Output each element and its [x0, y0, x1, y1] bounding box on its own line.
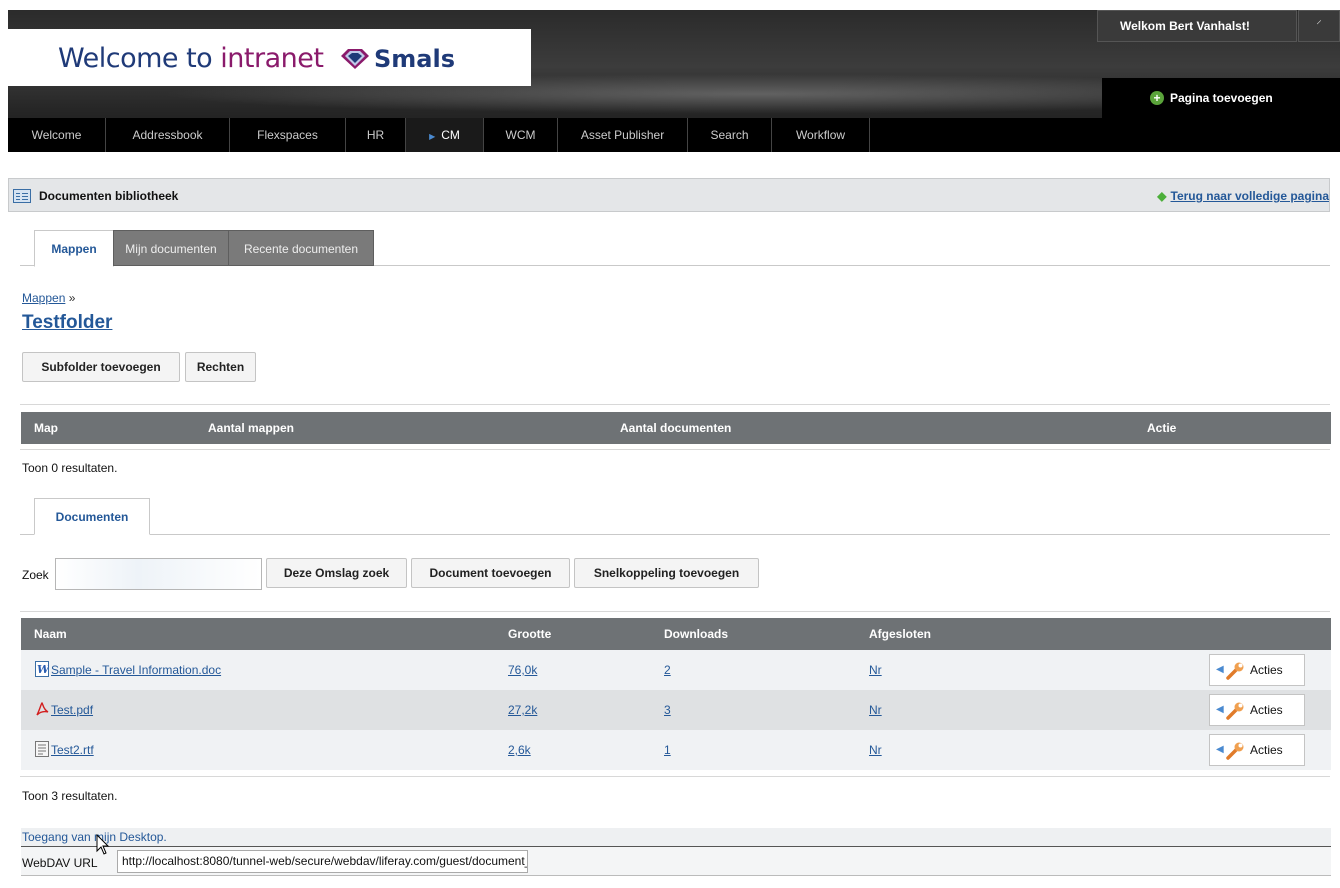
- actions-label: Acties: [1250, 663, 1283, 677]
- add-page-button[interactable]: + Pagina toevoegen: [1102, 78, 1340, 118]
- add-subfolder-button[interactable]: Subfolder toevoegen: [22, 352, 180, 382]
- site-header: Welcome to intranet Smals Welkom Bert Va…: [8, 10, 1340, 152]
- folder-title[interactable]: Testfolder: [22, 312, 112, 334]
- back-arrow-icon: ◆: [1157, 189, 1167, 203]
- chevron-left-icon: ◀: [1216, 664, 1224, 675]
- wrench-icon: [1226, 702, 1244, 720]
- col-aantal-mappen: Aantal mappen: [208, 421, 295, 435]
- desktop-access-section: Toegang van mijn Desktop.: [21, 828, 1331, 848]
- actions-label: Acties: [1250, 703, 1283, 717]
- chevron-left-icon: ◀: [1216, 704, 1224, 715]
- nav-item-cm-label: CM: [441, 128, 460, 142]
- actions-menu-button[interactable]: ◀ Acties: [1209, 694, 1305, 726]
- documents-table-header: Naam Grootte Downloads Afgesloten: [21, 618, 1331, 650]
- chevron-left-icon: ◀: [1216, 744, 1224, 755]
- divider: [20, 404, 1330, 405]
- portlet-icon: [13, 189, 31, 203]
- pdf-icon: [36, 702, 49, 716]
- document-size-link[interactable]: 2,6k: [508, 743, 531, 757]
- document-size-link[interactable]: 76,0k: [508, 663, 537, 677]
- welcome-user-menu[interactable]: Welkom Bert Vanhalst!: [1097, 10, 1297, 42]
- document-size-link[interactable]: 27,2k: [508, 703, 537, 717]
- actions-menu-button[interactable]: ◀ Acties: [1209, 734, 1305, 766]
- divider: [20, 611, 1330, 612]
- breadcrumb: Mappen »: [22, 291, 75, 305]
- dock-toggle-icon[interactable]: ⸍: [1298, 10, 1340, 42]
- site-logo[interactable]: Welcome to intranet Smals: [8, 29, 531, 86]
- wrench-icon: [1226, 742, 1244, 760]
- document-downloads-link[interactable]: 2: [664, 663, 671, 677]
- back-link-label: Terug naar volledige pagina: [1170, 189, 1329, 203]
- nav-item-flexspaces[interactable]: Flexspaces: [230, 118, 346, 152]
- desktop-access-link[interactable]: Toegang van mijn Desktop.: [22, 830, 167, 844]
- folder-results-note: Toon 0 resultaten.: [22, 461, 118, 475]
- nav-item-asset-publisher[interactable]: Asset Publisher: [558, 118, 688, 152]
- actions-label: Acties: [1250, 743, 1283, 757]
- smals-diamond-icon: [341, 49, 369, 69]
- document-library-portlet: Documenten bibliotheek ◆ Terug naar volle…: [8, 178, 1331, 888]
- word-doc-icon: W: [35, 661, 49, 677]
- nav-item-welcome[interactable]: Welcome: [8, 118, 106, 152]
- add-document-button[interactable]: Document toevoegen: [411, 558, 570, 588]
- actions-menu-button[interactable]: ◀ Acties: [1209, 654, 1305, 686]
- nav-item-cm[interactable]: ▶ CM: [406, 118, 484, 152]
- breadcrumb-mappen-link[interactable]: Mappen: [22, 291, 65, 305]
- mouse-pointer-icon: [96, 834, 110, 855]
- documents-tabs: Documenten: [20, 498, 1330, 535]
- webdav-url-row: WebDAV URL http://localhost:8080/tunnel-…: [21, 846, 1331, 876]
- active-arrow-icon: ▶: [429, 132, 436, 141]
- webdav-url-field[interactable]: http://localhost:8080/tunnel-web/secure/…: [117, 850, 528, 873]
- folder-table-header: Map Aantal mappen Aantal documenten Acti…: [21, 412, 1331, 444]
- logo-text: Welcome to intranet: [58, 43, 324, 74]
- nav-item-wcm[interactable]: WCM: [484, 118, 558, 152]
- main-navigation: Welcome Addressbook Flexspaces HR ▶ CM WC…: [8, 118, 1340, 152]
- portlet-title-bar: Documenten bibliotheek ◆ Terug naar volle…: [8, 178, 1330, 212]
- document-locked-link[interactable]: Nr: [869, 663, 882, 677]
- document-name-link[interactable]: Test.pdf: [51, 703, 93, 717]
- table-row: Test2.rtf 2,6k 1 Nr ◀ Acties: [21, 730, 1331, 770]
- breadcrumb-separator: »: [68, 291, 76, 305]
- document-name-link[interactable]: Test2.rtf: [51, 743, 94, 757]
- divider: [20, 776, 1330, 777]
- divider: [20, 449, 1330, 450]
- portlet-title: Documenten bibliotheek: [39, 189, 179, 203]
- document-downloads-link[interactable]: 1: [664, 743, 671, 757]
- search-input[interactable]: [55, 558, 262, 590]
- nav-item-addressbook[interactable]: Addressbook: [106, 118, 230, 152]
- document-locked-link[interactable]: Nr: [869, 743, 882, 757]
- library-tabs: Mappen Mijn documenten Recente documente…: [20, 230, 1330, 267]
- add-icon: +: [1150, 91, 1164, 105]
- col-grootte: Grootte: [508, 627, 552, 641]
- col-afgesloten: Afgesloten: [869, 627, 932, 641]
- tab-recente-documenten[interactable]: Recente documenten: [228, 230, 374, 266]
- nav-item-workflow[interactable]: Workflow: [772, 118, 870, 152]
- search-folder-button[interactable]: Deze Omslag zoek: [266, 558, 407, 588]
- documents-results-note: Toon 3 resultaten.: [22, 789, 118, 803]
- wrench-icon: [1226, 662, 1244, 680]
- col-aantal-documenten: Aantal documenten: [620, 421, 732, 435]
- svg-text:W: W: [37, 663, 49, 676]
- col-actie: Actie: [1147, 421, 1177, 435]
- search-label: Zoek: [22, 568, 49, 582]
- add-shortcut-button[interactable]: Snelkoppeling toevoegen: [574, 558, 759, 588]
- logo-brand: Smals: [374, 45, 455, 73]
- col-map: Map: [34, 421, 58, 435]
- tab-mijn-documenten[interactable]: Mijn documenten: [113, 230, 229, 266]
- tab-documenten[interactable]: Documenten: [34, 498, 150, 535]
- col-naam: Naam: [34, 627, 67, 641]
- webdav-url-label: WebDAV URL: [22, 856, 98, 870]
- document-downloads-link[interactable]: 3: [664, 703, 671, 717]
- nav-item-hr[interactable]: HR: [346, 118, 406, 152]
- permissions-button[interactable]: Rechten: [185, 352, 256, 382]
- rtf-doc-icon: [35, 741, 49, 757]
- add-page-label: Pagina toevoegen: [1170, 91, 1273, 105]
- back-to-full-page-link[interactable]: ◆ Terug naar volledige pagina: [1157, 189, 1329, 203]
- document-locked-link[interactable]: Nr: [869, 703, 882, 717]
- document-name-link[interactable]: Sample - Travel Information.doc: [51, 663, 221, 677]
- table-row: Test.pdf 27,2k 3 Nr ◀ Acties: [21, 690, 1331, 730]
- tab-mappen[interactable]: Mappen: [34, 230, 114, 267]
- table-row: W Sample - Travel Information.doc 76,0k …: [21, 650, 1331, 690]
- nav-item-search[interactable]: Search: [688, 118, 772, 152]
- col-downloads: Downloads: [664, 627, 729, 641]
